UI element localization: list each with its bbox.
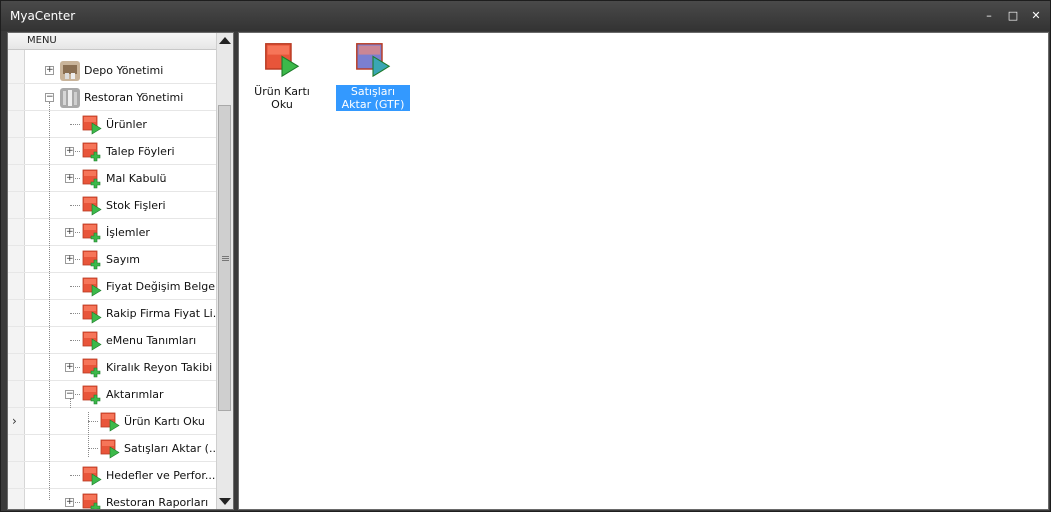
tree-connector <box>88 448 98 449</box>
module-tile[interactable]: Satışları Aktar (GTF) <box>336 33 410 117</box>
tree-item-label: Ürün Kartı Oku <box>124 415 205 428</box>
expand-icon[interactable]: + <box>45 66 54 75</box>
collapse-icon[interactable]: − <box>45 93 54 102</box>
tree-item-hedefler-ve-perfor[interactable]: Hedefler ve Perfor... <box>8 462 218 489</box>
scroll-down-icon[interactable] <box>219 498 231 505</box>
tree-item-label: Restoran Yönetimi <box>84 91 184 104</box>
tree-item-label: Rakip Firma Fiyat Li... <box>106 307 224 320</box>
window-title: MyaCenter <box>10 9 76 23</box>
add-module-icon <box>82 358 102 378</box>
app-window: MyaCenter – □ ✕ MENU + Depo Yönetimi − Rest… <box>0 0 1051 512</box>
tree-item-i-şlemler[interactable]: + İşlemler <box>8 219 218 246</box>
expand-icon[interactable]: + <box>65 498 74 507</box>
module-tile-caption: Satışları Aktar (GTF) <box>336 85 410 111</box>
tree-item-emenu-tanımları[interactable]: eMenu Tanımları <box>8 327 218 354</box>
play-module-icon <box>355 42 391 78</box>
tree-item-mal-kabulü[interactable]: + Mal Kabulü <box>8 165 218 192</box>
tree-item-stok-fişleri[interactable]: Stok Fişleri <box>8 192 218 219</box>
play-module-icon <box>82 196 102 216</box>
title-bar[interactable]: MyaCenter – □ ✕ <box>1 1 1050 31</box>
tree-connector <box>70 286 80 287</box>
add-module-icon <box>82 250 102 270</box>
play-module-icon <box>264 42 300 78</box>
tree-header-label: MENU <box>27 35 57 46</box>
tree-connector <box>70 205 80 206</box>
expand-icon[interactable]: + <box>65 255 74 264</box>
tree-item-ürün-kartı-oku[interactable]: › Ürün Kartı Oku <box>8 408 218 435</box>
tree-item-label: Sayım <box>106 253 141 266</box>
tree-guide-line <box>88 412 89 457</box>
tree-item-aktarımlar[interactable]: − Aktarımlar <box>8 381 218 408</box>
tree-connector <box>70 340 80 341</box>
scroll-up-icon[interactable] <box>219 37 231 44</box>
tree-connector <box>88 421 98 422</box>
tree-item-label: Kiralık Reyon Takibi <box>106 361 213 374</box>
current-row-arrow-icon: › <box>12 414 17 428</box>
tree-item-talep-föyleri[interactable]: + Talep Föyleri <box>8 138 218 165</box>
scrollbar-thumb[interactable] <box>218 105 231 411</box>
tree-item-fiyat-değişim-belgeleri[interactable]: Fiyat Değişim Belgeleri <box>8 273 232 300</box>
add-module-icon <box>82 223 102 243</box>
tree-item-restoran-yönetimi[interactable]: − Restoran Yönetimi <box>8 84 218 111</box>
expand-icon[interactable]: + <box>65 228 74 237</box>
play-module-icon <box>82 115 102 135</box>
module-content-pane: Ürün Kartı Oku Satışları Aktar (GTF) <box>238 32 1049 510</box>
expand-icon[interactable]: + <box>65 363 74 372</box>
tree-scrollbar[interactable] <box>216 33 233 509</box>
tree-item-rakip-firma-fiyat-li[interactable]: Rakip Firma Fiyat Li... <box>8 300 223 327</box>
play-module-icon <box>82 331 102 351</box>
tree-connector <box>70 124 80 125</box>
tree-item-ürünler[interactable]: Ürünler <box>8 111 218 138</box>
close-button[interactable]: ✕ <box>1028 9 1044 23</box>
add-module-icon <box>82 169 102 189</box>
play-module-icon <box>82 277 102 297</box>
tree-item-label: Depo Yönetimi <box>84 64 164 77</box>
tree-item-label: Satışları Aktar (... <box>124 442 220 455</box>
tree-item-restoran-raporları[interactable]: + Restoran Raporları <box>8 489 218 509</box>
tree-item-satışları-aktar[interactable]: Satışları Aktar (... <box>8 435 220 462</box>
minimize-button[interactable]: – <box>981 9 997 23</box>
add-module-icon <box>82 385 102 405</box>
play-module-icon <box>100 412 120 432</box>
add-module-icon <box>82 142 102 162</box>
restaurant-photo-icon <box>60 88 80 108</box>
tree-item-label: Mal Kabulü <box>106 172 167 185</box>
tree-connector <box>70 313 80 314</box>
menu-tree: MENU + Depo Yönetimi − Restoran Yönetimi Ürü… <box>7 32 234 510</box>
expand-icon[interactable]: + <box>65 147 74 156</box>
tree-item-kiralık-reyon-takibi[interactable]: + Kiralık Reyon Takibi <box>8 354 218 381</box>
play-module-icon <box>100 439 120 459</box>
tree-header: MENU <box>8 33 218 50</box>
warehouse-photo-icon <box>60 61 80 81</box>
tree-item-sayım[interactable]: + Sayım <box>8 246 218 273</box>
maximize-button[interactable]: □ <box>1005 9 1021 23</box>
tree-guide-line <box>49 102 50 500</box>
tree-item-label: Stok Fişleri <box>106 199 166 212</box>
tree-item-label: Fiyat Değişim Belgeleri <box>106 280 233 293</box>
tree-item-label: Restoran Raporları <box>106 496 209 509</box>
module-tile-caption: Ürün Kartı Oku <box>254 85 310 111</box>
tree-connector <box>70 475 80 476</box>
play-module-icon <box>82 304 102 324</box>
play-module-icon <box>82 466 102 486</box>
tree-guide-line <box>70 398 71 408</box>
tree-item-label: Ürünler <box>106 118 147 131</box>
tree-item-label: eMenu Tanımları <box>106 334 197 347</box>
tree-item-depo-yönetimi[interactable]: + Depo Yönetimi <box>8 57 218 84</box>
tree-item-label: Hedefler ve Perfor... <box>106 469 216 482</box>
module-tile[interactable]: Ürün Kartı Oku <box>245 33 319 117</box>
add-module-icon <box>82 493 102 509</box>
expand-icon[interactable]: + <box>65 174 74 183</box>
tree-item-label: İşlemler <box>106 226 150 239</box>
tree-item-label: Aktarımlar <box>106 388 164 401</box>
tree-item-label: Talep Föyleri <box>106 145 175 158</box>
